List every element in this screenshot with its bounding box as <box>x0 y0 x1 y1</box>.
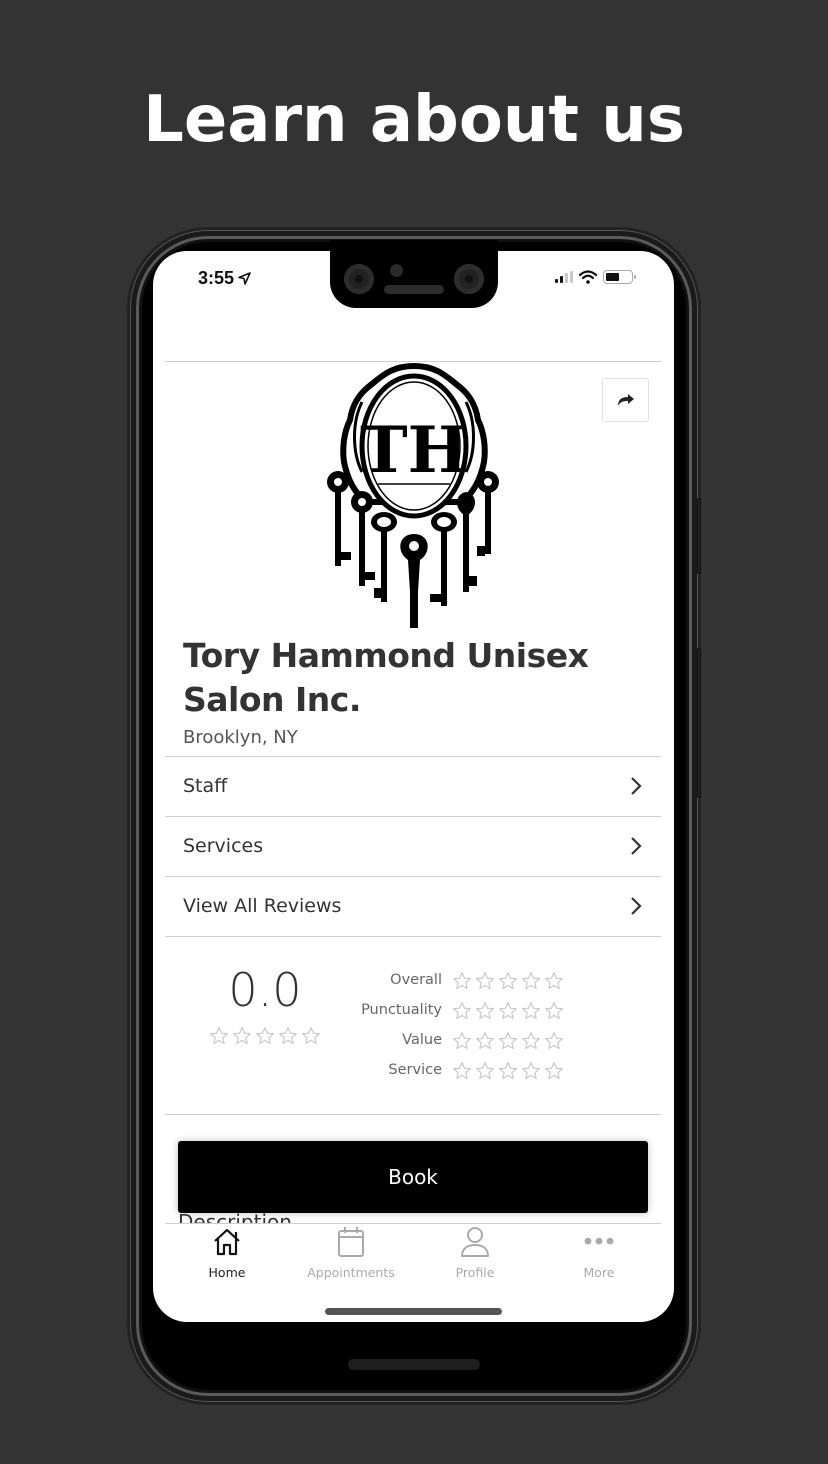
star-empty-icon <box>499 1032 517 1050</box>
star-empty-icon <box>453 1062 471 1080</box>
star-empty-icon <box>453 1032 471 1050</box>
star-empty-icon <box>256 1027 274 1045</box>
front-camera-icon <box>344 264 374 294</box>
overall-category-stars <box>452 971 564 991</box>
rating-category-label: Punctuality <box>361 1002 442 1018</box>
punctuality-category-stars <box>452 1001 564 1021</box>
share-button[interactable] <box>602 378 649 422</box>
row-divider <box>165 936 661 937</box>
tab-label: Profile <box>455 1265 495 1280</box>
star-empty-icon <box>210 1027 228 1045</box>
rating-category-label: Overall <box>390 972 442 988</box>
phone-side-button <box>697 648 701 798</box>
star-empty-icon <box>499 1002 517 1020</box>
rating-category-label: Service <box>388 1062 442 1078</box>
status-time: 3:55 <box>198 268 251 289</box>
section-divider <box>165 1114 661 1115</box>
share-arrow-icon <box>617 394 634 406</box>
calendar-icon <box>338 1227 364 1257</box>
star-empty-icon <box>522 972 540 990</box>
status-icons <box>555 270 636 284</box>
star-empty-icon <box>545 972 563 990</box>
star-empty-icon <box>476 1002 494 1020</box>
service-category-stars <box>452 1061 564 1081</box>
star-empty-icon <box>476 972 494 990</box>
business-location: Brooklyn, NY <box>183 727 298 748</box>
nav-row-staff[interactable]: Staff <box>165 756 661 816</box>
phone-side-button <box>697 498 701 574</box>
nav-row-services[interactable]: Services <box>165 816 661 876</box>
tab-label: Home <box>208 1265 246 1280</box>
star-empty-icon <box>499 1062 517 1080</box>
location-arrow-icon <box>238 272 251 285</box>
rating-category-label: Value <box>402 1032 442 1048</box>
star-empty-icon <box>453 1002 471 1020</box>
nav-row-label: View All Reviews <box>183 895 342 917</box>
bottom-tab-bar: Home Appointments Profile More <box>165 1224 661 1294</box>
tab-more[interactable]: More <box>537 1224 661 1280</box>
nav-row-reviews[interactable]: View All Reviews <box>165 876 661 936</box>
more-dots-icon <box>584 1237 614 1245</box>
phone-bottom-speaker <box>348 1359 480 1370</box>
star-empty-icon <box>545 1032 563 1050</box>
tab-label: Appointments <box>307 1265 395 1280</box>
wifi-icon <box>579 270 597 284</box>
business-logo: TH <box>327 362 499 628</box>
star-empty-icon <box>476 1032 494 1050</box>
star-empty-icon <box>453 972 471 990</box>
cellular-signal-icon <box>555 271 573 283</box>
star-empty-icon <box>476 1062 494 1080</box>
page-headline: Learn about us <box>143 83 685 157</box>
star-empty-icon <box>522 1002 540 1020</box>
tab-home[interactable]: Home <box>165 1224 289 1280</box>
star-empty-icon <box>522 1062 540 1080</box>
tab-label: More <box>583 1265 615 1280</box>
home-indicator[interactable] <box>325 1308 502 1315</box>
nav-row-label: Staff <box>183 775 228 797</box>
star-empty-icon <box>499 972 517 990</box>
battery-icon <box>603 270 636 284</box>
tab-profile[interactable]: Profile <box>413 1224 537 1280</box>
earpiece-speaker <box>384 285 444 294</box>
nav-row-label: Services <box>183 835 264 857</box>
star-empty-icon <box>545 1062 563 1080</box>
chevron-right-icon <box>631 897 642 915</box>
front-camera-icon <box>454 264 484 294</box>
sensor-icon <box>390 264 403 277</box>
star-empty-icon <box>545 1002 563 1020</box>
chevron-right-icon <box>631 837 642 855</box>
value-category-stars <box>452 1031 564 1051</box>
user-icon <box>461 1227 489 1257</box>
chevron-right-icon <box>631 777 642 795</box>
book-button[interactable]: Book <box>178 1141 648 1213</box>
star-empty-icon <box>279 1027 297 1045</box>
phone-notch <box>330 240 498 308</box>
business-name: Tory Hammond Unisex Salon Inc. <box>183 636 589 719</box>
star-empty-icon <box>233 1027 251 1045</box>
status-time-text: 3:55 <box>198 268 235 288</box>
tab-appointments[interactable]: Appointments <box>289 1224 413 1280</box>
logo-monogram: TH <box>360 413 468 488</box>
home-icon <box>214 1228 240 1256</box>
star-empty-icon <box>522 1032 540 1050</box>
